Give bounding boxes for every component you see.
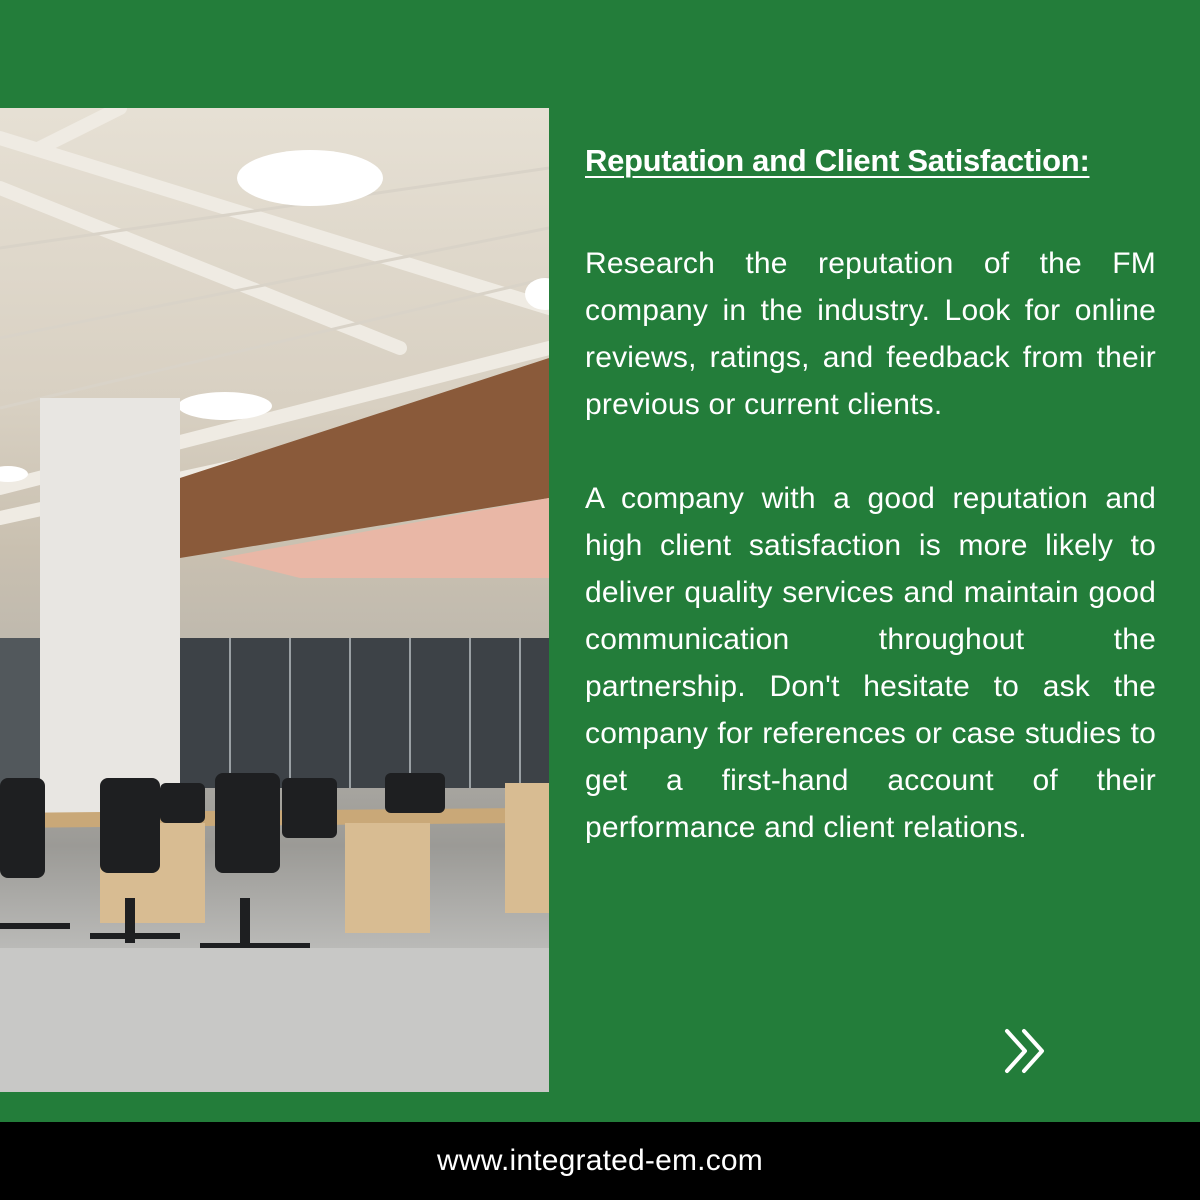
desk-leg xyxy=(345,823,430,933)
website-link[interactable]: www.integrated-em.com xyxy=(437,1144,763,1178)
carpet xyxy=(0,948,549,1092)
office-photo xyxy=(0,108,549,1092)
ceiling-light xyxy=(237,150,383,206)
paragraph-good-reputation: A company with a good reputation and hig… xyxy=(585,482,1156,844)
paragraph-research: Research the reputation of the FM compan… xyxy=(585,247,1156,421)
glass-wall xyxy=(180,638,549,788)
column xyxy=(40,398,180,818)
ceiling-light xyxy=(178,392,272,420)
slide-content: Reputation and Client Satisfaction: Rese… xyxy=(585,138,1156,898)
slide-heading: Reputation and Client Satisfaction: xyxy=(585,143,1090,178)
office-photo-illustration xyxy=(0,108,549,1092)
footer-bar: www.integrated-em.com xyxy=(0,1122,1200,1200)
double-chevron-right-icon[interactable] xyxy=(1003,1027,1051,1075)
cabinet xyxy=(505,783,549,913)
glass-wall-left xyxy=(0,638,40,788)
